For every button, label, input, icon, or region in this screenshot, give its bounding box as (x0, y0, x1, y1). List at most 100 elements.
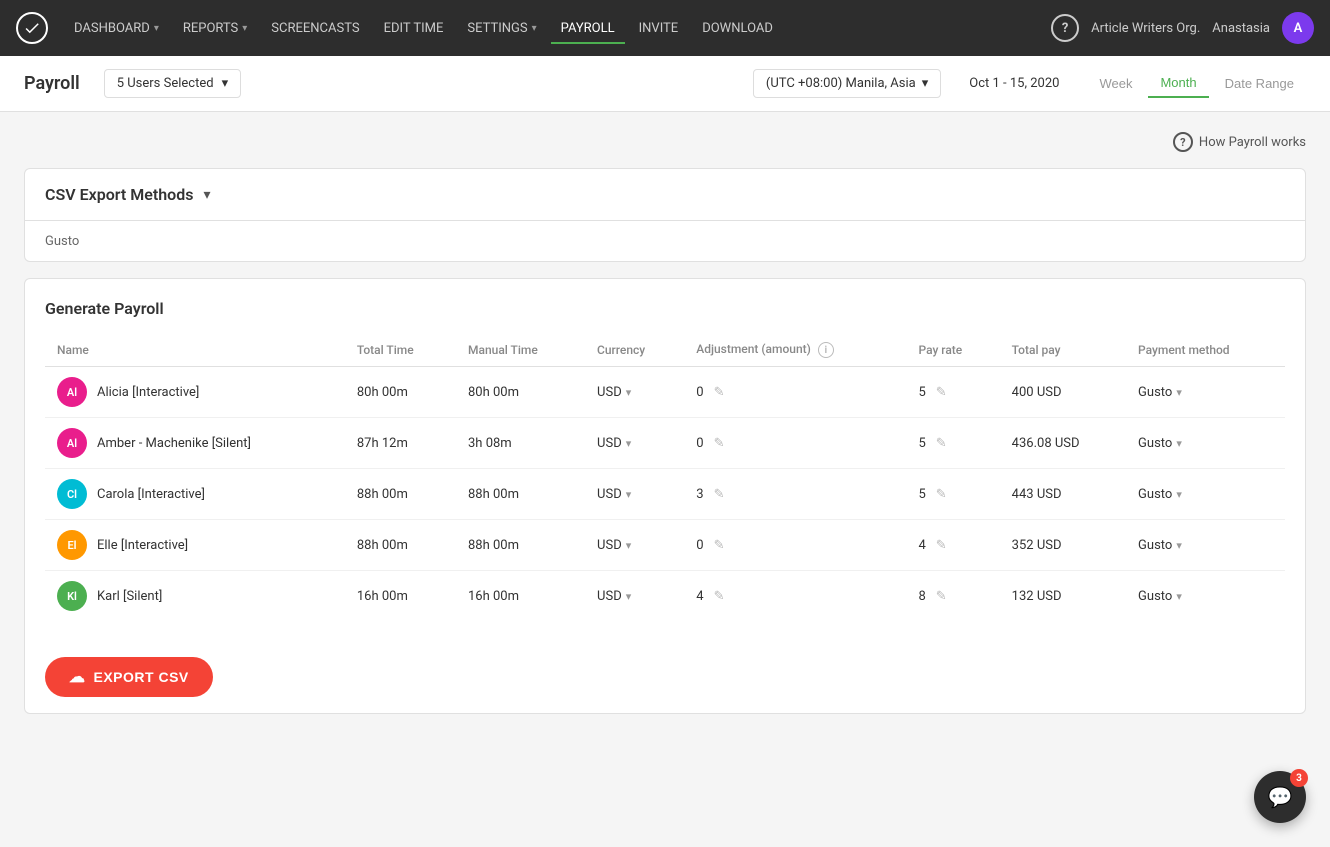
adjustment-info-icon[interactable]: i (818, 342, 834, 358)
gusto-label: Gusto (45, 234, 79, 249)
csv-export-title: CSV Export Methods (45, 185, 193, 204)
nav-download[interactable]: DOWNLOAD (692, 15, 783, 42)
cell-currency-1[interactable]: USD ▾ (585, 418, 684, 469)
user-avatar[interactable]: A (1282, 12, 1314, 44)
table-row: Al Amber - Machenike [Silent] 87h 12m 3h… (45, 418, 1285, 469)
adjustment-edit-icon-2[interactable]: ✎ (714, 487, 725, 502)
payment-dropdown-0[interactable]: ▾ (1176, 386, 1182, 399)
cell-currency-4[interactable]: USD ▾ (585, 571, 684, 622)
adjustment-edit-icon-0[interactable]: ✎ (714, 385, 725, 400)
cell-total-pay-0: 400 USD (1000, 367, 1126, 418)
cell-name-2: Cl Carola [Interactive] (45, 469, 345, 520)
adjustment-edit-icon-3[interactable]: ✎ (714, 538, 725, 553)
currency-dropdown-2[interactable]: ▾ (626, 488, 632, 501)
view-month-button[interactable]: Month (1148, 69, 1208, 98)
payroll-table: Name Total Time Manual Time Currency Adj… (45, 334, 1285, 621)
table-row: El Elle [Interactive] 88h 00m 88h 00m US… (45, 520, 1285, 571)
org-name: Article Writers Org. (1091, 21, 1200, 36)
adjustment-edit-icon-1[interactable]: ✎ (714, 436, 725, 451)
upload-icon: ☁ (69, 667, 86, 687)
cell-manual-time-3: 88h 00m (456, 520, 585, 571)
cell-manual-time-2: 88h 00m (456, 469, 585, 520)
cell-total-pay-1: 436.08 USD (1000, 418, 1126, 469)
cell-currency-2[interactable]: USD ▾ (585, 469, 684, 520)
currency-dropdown-4[interactable]: ▾ (626, 590, 632, 603)
cell-payment-method-1[interactable]: Gusto ▾ (1126, 418, 1285, 469)
user-name-2: Carola [Interactive] (97, 487, 205, 502)
generate-payroll-card: Generate Payroll Name Total Time Manual … (24, 278, 1306, 714)
nav-payroll[interactable]: PAYROLL (551, 15, 625, 44)
chat-badge: 3 (1290, 769, 1308, 787)
csv-export-body: Gusto (25, 221, 1305, 261)
payment-dropdown-1[interactable]: ▾ (1176, 437, 1182, 450)
csv-export-chevron-icon[interactable]: ▾ (203, 187, 210, 203)
nav-settings[interactable]: SETTINGS ▾ (457, 15, 546, 42)
cell-name-0: Al Alicia [Interactive] (45, 367, 345, 418)
payment-dropdown-4[interactable]: ▾ (1176, 590, 1182, 603)
export-section: ☁ EXPORT CSV (25, 641, 1305, 713)
cell-total-pay-2: 443 USD (1000, 469, 1126, 520)
user-name-3: Elle [Interactive] (97, 538, 188, 553)
pay-rate-edit-icon-4[interactable]: ✎ (936, 589, 947, 604)
chat-button[interactable]: 3 💬 (1254, 771, 1306, 823)
currency-dropdown-0[interactable]: ▾ (626, 386, 632, 399)
cell-adjustment-1: 0 ✎ (684, 418, 906, 469)
nav-reports[interactable]: REPORTS ▾ (173, 15, 257, 42)
csv-export-card: CSV Export Methods ▾ Gusto (24, 168, 1306, 262)
cell-payment-method-3[interactable]: Gusto ▾ (1126, 520, 1285, 571)
cell-name-4: Kl Karl [Silent] (45, 571, 345, 622)
cell-payment-method-2[interactable]: Gusto ▾ (1126, 469, 1285, 520)
help-button[interactable]: ? (1051, 14, 1079, 42)
nav-invite[interactable]: INVITE (629, 15, 689, 42)
view-week-button[interactable]: Week (1087, 70, 1144, 97)
adjustment-edit-icon-4[interactable]: ✎ (714, 589, 725, 604)
cell-total-time-2: 88h 00m (345, 469, 456, 520)
users-selected-dropdown[interactable]: 5 Users Selected ▾ (104, 69, 241, 98)
col-currency: Currency (585, 334, 684, 367)
cell-adjustment-0: 0 ✎ (684, 367, 906, 418)
currency-dropdown-1[interactable]: ▾ (626, 437, 632, 450)
cell-total-time-4: 16h 00m (345, 571, 456, 622)
payment-dropdown-3[interactable]: ▾ (1176, 539, 1182, 552)
export-csv-button[interactable]: ☁ EXPORT CSV (45, 657, 213, 697)
pay-rate-edit-icon-3[interactable]: ✎ (936, 538, 947, 553)
cell-pay-rate-4: 8 ✎ (906, 571, 999, 622)
reports-chevron-icon: ▾ (242, 23, 247, 34)
main-content: ? How Payroll works CSV Export Methods ▾… (0, 112, 1330, 750)
col-payment-method: Payment method (1126, 334, 1285, 367)
cell-total-pay-4: 132 USD (1000, 571, 1126, 622)
generate-payroll-title: Generate Payroll (45, 299, 1285, 318)
pay-rate-edit-icon-0[interactable]: ✎ (936, 385, 947, 400)
payment-dropdown-2[interactable]: ▾ (1176, 488, 1182, 501)
timezone-dropdown[interactable]: (UTC +08:00) Manila, Asia ▾ (753, 69, 941, 98)
pay-rate-edit-icon-2[interactable]: ✎ (936, 487, 947, 502)
app-logo[interactable] (16, 12, 48, 44)
pay-rate-edit-icon-1[interactable]: ✎ (936, 436, 947, 451)
nav-screencasts[interactable]: SCREENCASTS (261, 15, 369, 42)
how-payroll-help-icon[interactable]: ? (1173, 132, 1193, 152)
cell-pay-rate-2: 5 ✎ (906, 469, 999, 520)
col-name: Name (45, 334, 345, 367)
timezone-chevron-icon: ▾ (922, 76, 929, 91)
user-name-0: Alicia [Interactive] (97, 385, 199, 400)
view-toggle: Week Month Date Range (1087, 69, 1306, 98)
date-range-display: Oct 1 - 15, 2020 (957, 70, 1071, 97)
dashboard-chevron-icon: ▾ (154, 23, 159, 34)
col-manual-time: Manual Time (456, 334, 585, 367)
csv-export-header: CSV Export Methods ▾ (25, 169, 1305, 221)
cell-payment-method-0[interactable]: Gusto ▾ (1126, 367, 1285, 418)
cell-currency-0[interactable]: USD ▾ (585, 367, 684, 418)
cell-total-pay-3: 352 USD (1000, 520, 1126, 571)
table-row: Cl Carola [Interactive] 88h 00m 88h 00m … (45, 469, 1285, 520)
view-date-range-button[interactable]: Date Range (1213, 70, 1306, 97)
user-name-1: Amber - Machenike [Silent] (97, 436, 251, 451)
cell-adjustment-2: 3 ✎ (684, 469, 906, 520)
cell-payment-method-4[interactable]: Gusto ▾ (1126, 571, 1285, 622)
cell-adjustment-4: 4 ✎ (684, 571, 906, 622)
currency-dropdown-3[interactable]: ▾ (626, 539, 632, 552)
nav-dashboard[interactable]: DASHBOARD ▾ (64, 15, 169, 42)
cell-currency-3[interactable]: USD ▾ (585, 520, 684, 571)
nav-edit-time[interactable]: EDIT TIME (374, 15, 454, 42)
how-payroll-link[interactable]: How Payroll works (1199, 135, 1306, 150)
generate-payroll-section: Generate Payroll Name Total Time Manual … (25, 279, 1305, 641)
